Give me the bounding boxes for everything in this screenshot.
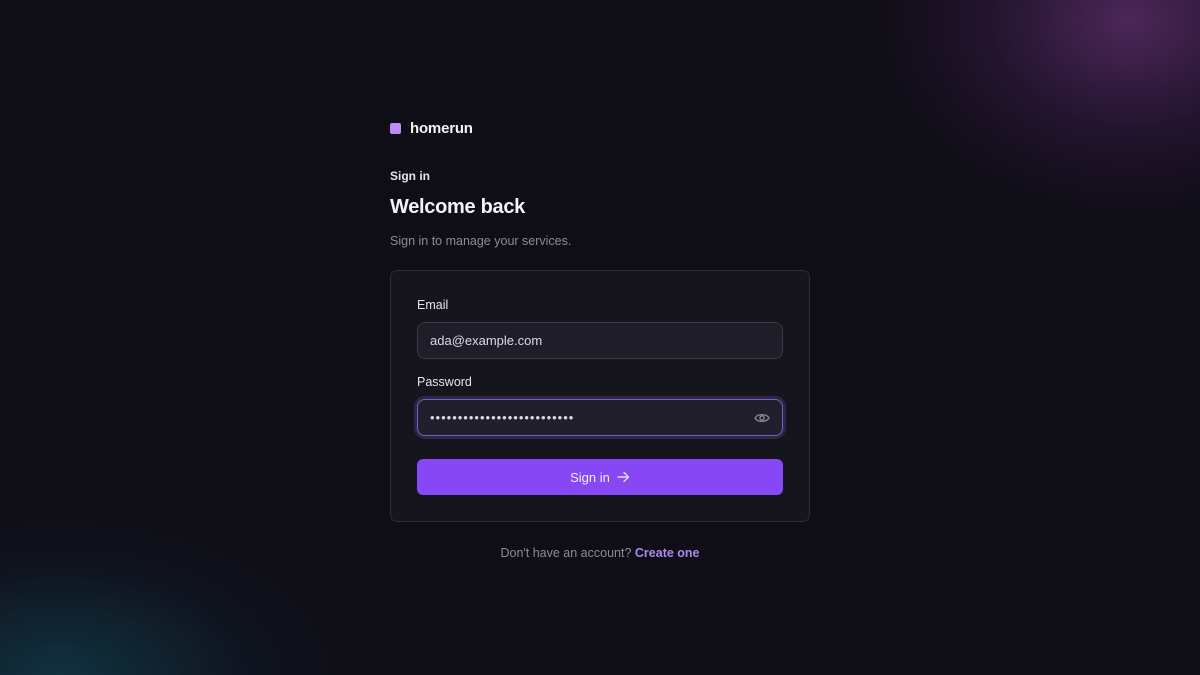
create-account-link[interactable]: Create one bbox=[635, 546, 700, 560]
eye-icon[interactable] bbox=[754, 411, 770, 425]
password-input[interactable] bbox=[418, 400, 782, 435]
signup-prompt-text: Don't have an account? bbox=[500, 546, 635, 560]
arrow-right-icon bbox=[617, 471, 630, 483]
password-field-group: Password bbox=[417, 375, 783, 436]
page-title: Welcome back bbox=[390, 196, 525, 218]
email-field-group: Email bbox=[417, 298, 783, 359]
email-input-box bbox=[417, 322, 783, 359]
page-eyebrow: Sign in bbox=[390, 169, 430, 183]
password-label: Password bbox=[417, 375, 472, 389]
brand: homerun bbox=[390, 118, 810, 138]
page-subtitle: Sign in to manage your services. bbox=[390, 234, 572, 248]
sign-in-button[interactable]: Sign in bbox=[417, 459, 783, 495]
brand-name: homerun bbox=[410, 119, 473, 137]
email-label: Email bbox=[417, 298, 449, 312]
sign-in-button-label: Sign in bbox=[570, 469, 610, 485]
password-input-box bbox=[417, 399, 783, 436]
sign-in-card: Email Password Sign in bbox=[390, 270, 810, 522]
email-input[interactable] bbox=[418, 323, 782, 358]
square-logo-icon bbox=[390, 122, 401, 134]
sign-in-panel: homerun Sign in Welcome back Sign in to … bbox=[390, 118, 810, 560]
signup-prompt: Don't have an account? Create one bbox=[390, 546, 810, 560]
